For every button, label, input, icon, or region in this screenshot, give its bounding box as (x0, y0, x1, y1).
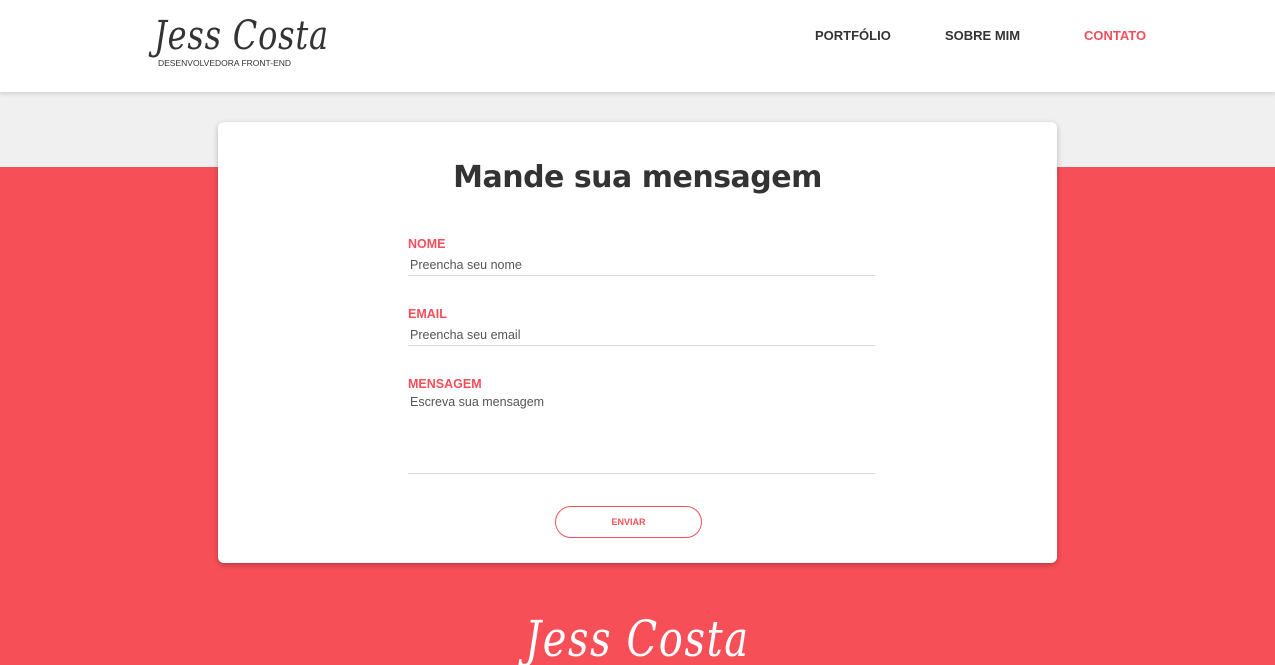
nav-link-portfolio[interactable]: PORTFÓLIO (815, 26, 891, 46)
message-field-group: MENSAGEM (408, 376, 875, 474)
form-title: Mande sua mensagem (453, 160, 822, 195)
send-button[interactable]: ENVIAR (555, 506, 702, 538)
logo-tagline: DESENVOLVEDORA FRONT-END (158, 58, 292, 68)
footer-logo-name: Jess Costa (525, 610, 750, 665)
name-field-group: NOME (408, 236, 875, 276)
message-label: MENSAGEM (408, 377, 482, 391)
email-label: EMAIL (408, 307, 447, 321)
contact-form-card: Mande sua mensagem NOME EMAIL MENSAGEM E… (218, 122, 1057, 563)
footer-logo: Jess Costa (0, 604, 1275, 665)
nav-link-sobre-mim[interactable]: SOBRE MIM (945, 26, 1020, 46)
email-field-group: EMAIL (408, 306, 875, 346)
message-textarea[interactable] (408, 392, 875, 474)
site-header: Jess Costa DESENVOLVEDORA FRONT-END PORT… (0, 0, 1275, 92)
email-input[interactable] (408, 322, 875, 346)
name-input[interactable] (408, 252, 875, 276)
name-label: NOME (408, 237, 446, 251)
main-nav: PORTFÓLIO SOBRE MIM CONTATO (0, 26, 1275, 46)
nav-link-contato[interactable]: CONTATO (1084, 26, 1146, 46)
